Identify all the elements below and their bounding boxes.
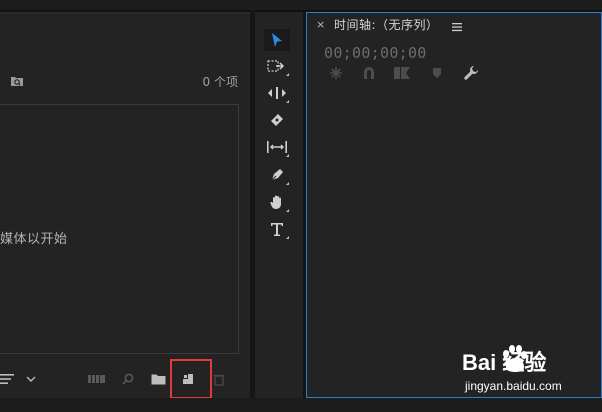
linked-selection-icon[interactable] xyxy=(393,65,411,81)
find-icon[interactable] xyxy=(120,368,136,390)
selection-tool[interactable] xyxy=(264,29,290,51)
project-panel: 0 个项 媒体以开始 xyxy=(0,12,250,398)
playhead-timecode[interactable]: 00;00;00;00 xyxy=(324,44,427,62)
tools-panel xyxy=(255,12,303,398)
timeline-tab-title[interactable]: 时间轴:（无序列） xyxy=(334,16,439,33)
new-bin-folder-icon[interactable] xyxy=(150,368,166,390)
add-marker-icon[interactable] xyxy=(428,65,446,81)
hand-tool[interactable] xyxy=(264,191,290,213)
search-bin-icon[interactable] xyxy=(10,72,24,86)
trash-icon[interactable] xyxy=(212,368,226,390)
app-window: 0 个项 媒体以开始 × 时间轴:（无序列） 00;00;00;00 Bai 经… xyxy=(0,0,602,412)
tool-group-indicator xyxy=(286,100,289,103)
empty-project-message: 媒体以开始 xyxy=(0,232,68,247)
timeline-settings-wrench-icon[interactable] xyxy=(462,65,480,81)
watermark-logo-text: Bai 经验 xyxy=(462,350,547,375)
close-panel-icon[interactable]: × xyxy=(316,18,325,31)
sort-icon[interactable] xyxy=(0,368,16,390)
type-tool[interactable] xyxy=(264,218,290,240)
highlight-box-new-item xyxy=(170,359,212,399)
watermark-url: jingyan.baidu.com xyxy=(465,379,562,393)
top-bar xyxy=(0,0,602,11)
item-count: 0 个项 xyxy=(202,75,238,89)
ripple-edit-tool[interactable] xyxy=(264,82,290,104)
slip-tool[interactable] xyxy=(264,136,290,158)
track-select-forward-tool[interactable] xyxy=(264,55,290,77)
tool-group-indicator xyxy=(286,182,289,185)
panel-header xyxy=(0,12,250,14)
timeline-panel[interactable]: × 时间轴:（无序列） 00;00;00;00 xyxy=(306,12,602,398)
project-toolbar xyxy=(0,368,250,394)
tool-group-indicator xyxy=(286,209,289,212)
sort-dropdown-chevron-icon[interactable] xyxy=(24,368,38,390)
tool-group-indicator xyxy=(286,73,289,76)
snap-magnet-icon[interactable] xyxy=(360,65,378,81)
tool-group-indicator xyxy=(286,236,289,239)
insert-nest-icon[interactable] xyxy=(327,65,345,81)
automate-to-sequence-icon[interactable] xyxy=(88,368,106,390)
baidu-jingyan-watermark: Bai 经验 jingyan.baidu.com xyxy=(462,345,602,405)
razor-tool[interactable] xyxy=(264,109,290,131)
panel-menu-icon[interactable] xyxy=(452,17,462,32)
tool-group-indicator xyxy=(286,154,289,157)
pen-tool[interactable] xyxy=(264,164,290,186)
